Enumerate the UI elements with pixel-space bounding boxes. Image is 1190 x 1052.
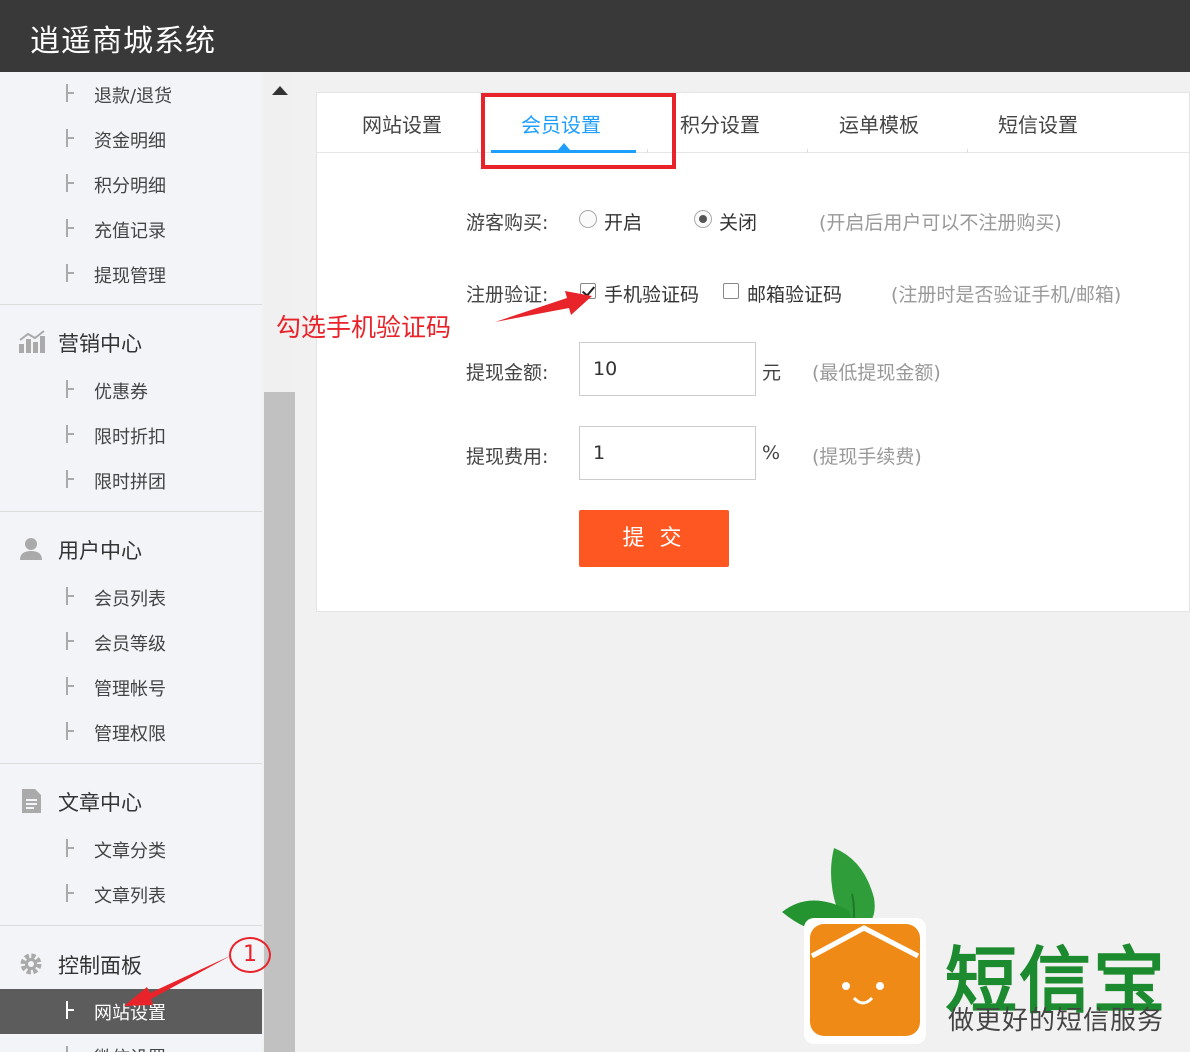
gear-icon [18, 952, 46, 976]
tab-sms-settings[interactable]: 短信设置 [998, 109, 1078, 138]
sidebar-divider [0, 925, 262, 926]
withdraw-amount-hint: (最低提现金额) [812, 362, 941, 384]
phone-code-label[interactable]: 手机验证码 [604, 280, 699, 307]
step-marker-badge: 1 [229, 937, 271, 973]
tree-branch-icon [66, 425, 74, 443]
tab-separator [807, 149, 808, 153]
sidebar-group-users[interactable]: 用户中心 [0, 523, 262, 573]
sidebar-item-recharge[interactable]: 充值记录 [0, 207, 262, 252]
tree-branch-icon [66, 470, 74, 488]
tree-branch-icon [66, 884, 74, 902]
sidebar-item-article-list[interactable]: 文章列表 [0, 872, 262, 917]
submit-button[interactable]: 提 交 [579, 510, 729, 567]
sidebar-item-admin-permissions[interactable]: 管理权限 [0, 710, 262, 755]
tree-branch-icon [66, 129, 74, 147]
sidebar-item-group-buy[interactable]: 限时拼团 [0, 458, 262, 503]
tree-branch-icon [66, 174, 74, 192]
sidebar-item-withdraw[interactable]: 提现管理 [0, 252, 262, 297]
withdraw-fee-input[interactable]: 1 [579, 426, 756, 480]
withdraw-fee-unit: % [762, 442, 781, 464]
sidebar-scrollbar[interactable] [264, 72, 295, 1052]
brand-slogan: 做更好的短信服务 [948, 1006, 1165, 1036]
tree-branch-icon [66, 264, 74, 282]
withdraw-amount-label: 提现金额: [466, 362, 549, 384]
guest-purchase-on-label[interactable]: 开启 [604, 208, 642, 235]
guest-purchase-off-label[interactable]: 关闭 [719, 208, 757, 235]
guest-purchase-label: 游客购买: [466, 212, 549, 234]
sidebar-divider [0, 763, 262, 764]
sidebar-item-discount[interactable]: 限时折扣 [0, 413, 262, 458]
email-code-label[interactable]: 邮箱验证码 [747, 280, 842, 307]
email-code-checkbox[interactable] [723, 283, 739, 299]
annotation-text: 勾选手机验证码 [276, 313, 452, 342]
tab-waybill-template[interactable]: 运单模板 [839, 109, 919, 138]
tab-points-settings[interactable]: 积分设置 [680, 109, 760, 138]
tree-branch-icon [66, 587, 74, 605]
sidebar-group-articles[interactable]: 文章中心 [0, 775, 262, 825]
sidebar: 退款/退货 资金明细 积分明细 充值记录 提现管理 营销中心 优惠券 限时折扣 … [0, 72, 262, 1052]
withdraw-amount-input[interactable]: 10 [579, 342, 756, 396]
sidebar-group-control[interactable]: 控制面板 [0, 938, 262, 988]
annotation-highlight-box [481, 93, 676, 169]
user-icon [18, 537, 46, 561]
register-verify-hint: (注册时是否验证手机/邮箱) [891, 284, 1122, 306]
sidebar-item-refund[interactable]: 退款/退货 [0, 72, 262, 117]
tree-branch-icon [66, 632, 74, 650]
tab-separator [967, 149, 968, 153]
tree-branch-icon [66, 677, 74, 695]
tree-branch-icon [66, 84, 74, 102]
app-title: 逍遥商城系统 [30, 24, 216, 59]
guest-purchase-hint: (开启后用户可以不注册购买) [819, 212, 1062, 234]
tree-branch-icon [66, 722, 74, 740]
brand-logo [782, 846, 932, 1046]
sidebar-item-member-level[interactable]: 会员等级 [0, 620, 262, 665]
withdraw-amount-unit: 元 [762, 362, 782, 384]
sidebar-item-admin-accounts[interactable]: 管理帐号 [0, 665, 262, 710]
tab-site-settings[interactable]: 网站设置 [362, 109, 442, 138]
sidebar-divider [0, 511, 262, 512]
guest-purchase-off-radio[interactable] [694, 210, 712, 228]
sidebar-item-funds[interactable]: 资金明细 [0, 117, 262, 162]
tree-branch-icon [66, 1046, 74, 1052]
tree-branch-icon [66, 839, 74, 857]
tab-separator [477, 149, 478, 153]
sidebar-item-member-list[interactable]: 会员列表 [0, 575, 262, 620]
guest-purchase-on-radio[interactable] [579, 210, 597, 228]
document-icon [18, 789, 46, 813]
tree-branch-icon [66, 1001, 74, 1019]
sidebar-item-article-category[interactable]: 文章分类 [0, 827, 262, 872]
sidebar-item-site-settings[interactable]: 网站设置 [0, 989, 262, 1034]
sidebar-group-marketing[interactable]: 营销中心 [0, 316, 262, 366]
sidebar-item-coupon[interactable]: 优惠券 [0, 368, 262, 413]
sidebar-item-wechat-settings[interactable]: 微信设置 [0, 1034, 262, 1052]
tree-branch-icon [66, 380, 74, 398]
withdraw-fee-hint: (提现手续费) [812, 446, 922, 468]
scroll-up-arrow-icon[interactable] [272, 86, 288, 95]
sidebar-divider [0, 304, 262, 305]
phone-code-checkbox[interactable] [580, 283, 596, 299]
withdraw-fee-label: 提现费用: [466, 446, 549, 468]
settings-tabs: 网站设置 会员设置 积分设置 运单模板 短信设置 [317, 93, 1190, 153]
tree-branch-icon [66, 219, 74, 237]
sidebar-item-points[interactable]: 积分明细 [0, 162, 262, 207]
top-bar: 逍遥商城系统 [0, 0, 1190, 72]
chart-icon [18, 330, 46, 354]
register-verify-label: 注册验证: [466, 284, 549, 306]
